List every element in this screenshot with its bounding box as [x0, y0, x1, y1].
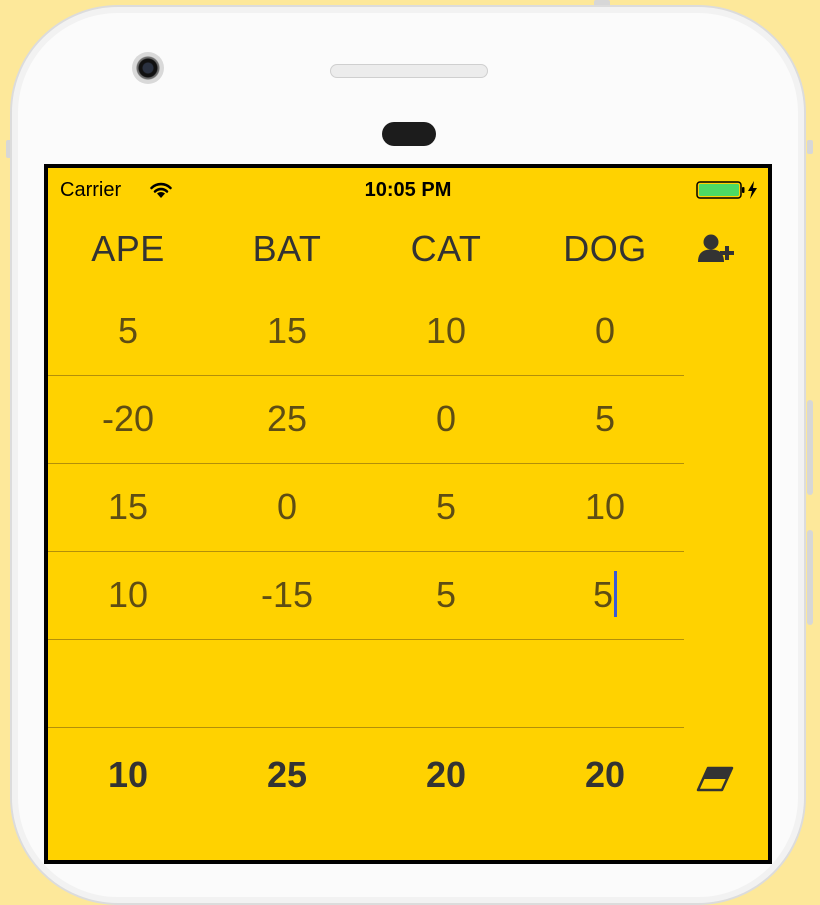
volume-button [807, 530, 813, 625]
volume-button [807, 400, 813, 495]
app-screen: Carrier 10:05 PM APE BAT CAT DOG 5 15 10… [48, 168, 768, 860]
player-name-dog[interactable]: DOG [540, 228, 670, 270]
phone-side-button [807, 140, 813, 154]
score-cell[interactable]: 10 [376, 310, 516, 352]
score-cell-active[interactable]: 5 [535, 571, 675, 618]
totals-row: 10 25 20 20 [48, 738, 768, 818]
score-cell[interactable]: 15 [217, 310, 357, 352]
phone-screen: Carrier 10:05 PM APE BAT CAT DOG 5 15 10… [44, 164, 772, 864]
player-header-row: APE BAT CAT DOG [48, 218, 768, 288]
score-cell[interactable]: 15 [58, 486, 198, 528]
eraser-icon[interactable] [696, 764, 736, 794]
score-cell[interactable]: 25 [217, 398, 357, 440]
total-cat: 20 [425, 754, 467, 795]
add-user-icon[interactable] [696, 232, 738, 268]
score-cell[interactable]: 0 [535, 310, 675, 352]
score-cell[interactable]: -20 [58, 398, 198, 440]
text-cursor [614, 571, 618, 618]
score-cell[interactable]: 10 [58, 574, 198, 616]
total-ape: 10 [107, 754, 149, 795]
proximity-sensor [382, 122, 436, 146]
score-cell[interactable]: 10 [535, 486, 675, 528]
score-cell[interactable]: 0 [217, 486, 357, 528]
score-row-3: 15 0 5 10 [48, 464, 684, 552]
front-camera [132, 52, 164, 84]
score-row-empty [48, 640, 684, 728]
score-cell[interactable]: 0 [376, 398, 516, 440]
score-cell[interactable]: 5 [535, 398, 675, 440]
score-cell[interactable]: 5 [58, 310, 198, 352]
player-name-bat[interactable]: BAT [222, 228, 352, 270]
score-row-4: 10 -15 5 5 [48, 552, 684, 640]
score-cell[interactable]: 5 [376, 486, 516, 528]
player-name-ape[interactable]: APE [63, 228, 193, 270]
clock: 10:05 PM [364, 179, 452, 201]
total-dog: 20 [584, 754, 626, 795]
charging-bolt-icon [748, 181, 757, 199]
total-bat: 25 [266, 754, 308, 795]
score-row-2: -20 25 0 5 [48, 376, 684, 464]
player-name-cat[interactable]: CAT [381, 228, 511, 270]
row-divider [48, 726, 684, 728]
status-bar: Carrier 10:05 PM [48, 168, 768, 208]
earpiece-speaker [330, 64, 488, 78]
score-cell[interactable]: -15 [217, 574, 357, 616]
score-cell[interactable]: 5 [376, 574, 516, 616]
score-row-1: 5 15 10 0 [48, 288, 684, 376]
score-input-value[interactable]: 5 [593, 574, 613, 615]
battery-icon [696, 181, 757, 199]
